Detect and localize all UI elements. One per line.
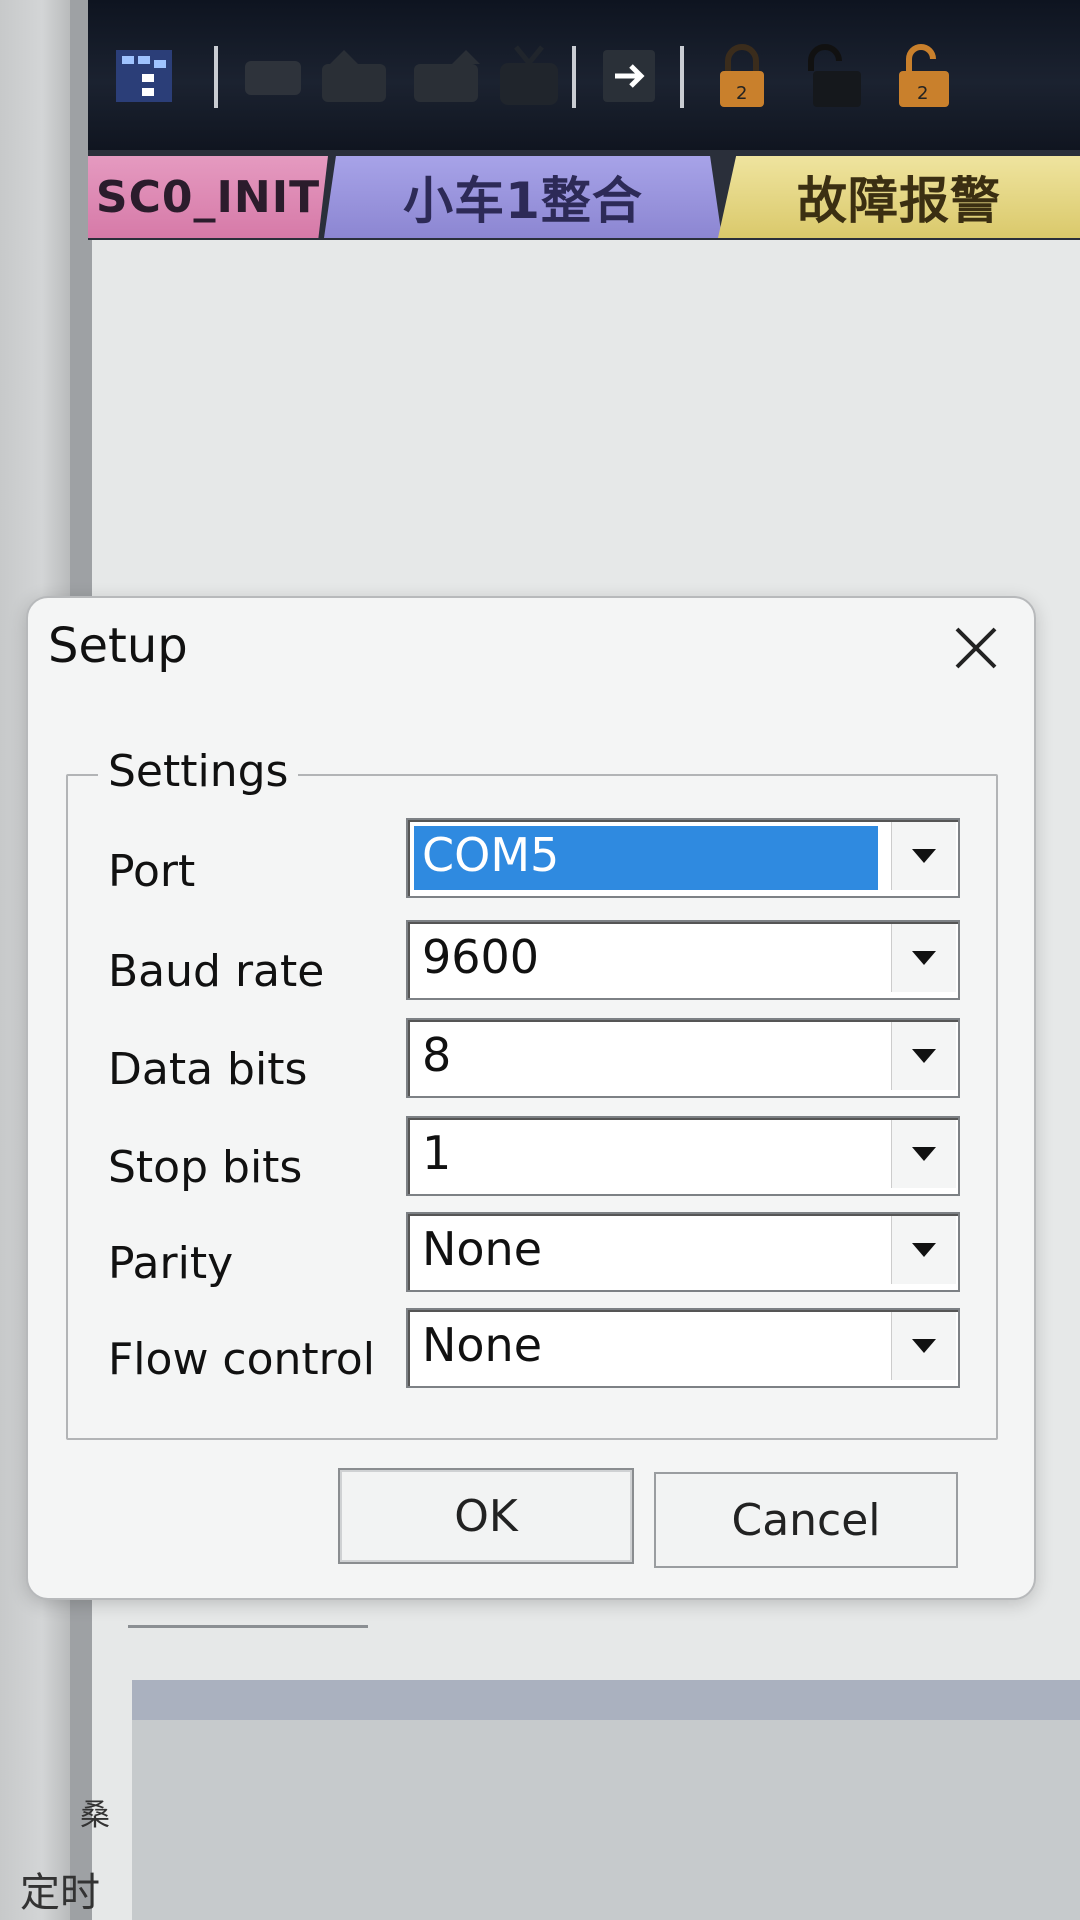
chevron-down-icon[interactable] [891, 822, 956, 890]
data-bits-value: 8 [422, 1028, 452, 1082]
dialog-title: Setup [48, 618, 188, 674]
toolbar: 2 2 [88, 0, 1080, 153]
workspace-divider [128, 1625, 368, 1628]
toolbar-separator [680, 46, 684, 108]
settings-group-label: Settings [98, 746, 299, 797]
go-online-icon[interactable] [594, 40, 664, 112]
chevron-down-icon[interactable] [891, 1120, 956, 1188]
unlock-icon[interactable] [794, 40, 874, 112]
chevron-down-icon[interactable] [891, 1022, 956, 1090]
tab-fault-alarm[interactable]: 故障报警 [718, 156, 1080, 238]
data-bits-select[interactable]: 8 [406, 1018, 960, 1098]
close-icon[interactable] [946, 618, 1006, 678]
network-icon[interactable] [108, 40, 180, 112]
stop-bits-select[interactable]: 1 [406, 1116, 960, 1196]
monitor-icon[interactable] [492, 40, 566, 112]
workspace-scrollbar[interactable] [132, 1680, 1080, 1720]
tab-car1-integration[interactable]: 小车1整合 [324, 156, 722, 238]
background-text-fragment: 桑 [80, 1798, 110, 1833]
background-timer-label: 定时 [20, 1870, 100, 1916]
flow-control-label: Flow control [108, 1334, 375, 1385]
svg-text:2: 2 [736, 83, 747, 104]
workspace-lower-panel [132, 1720, 1080, 1920]
lock-icon[interactable]: 2 [704, 40, 780, 112]
data-bits-label: Data bits [108, 1044, 308, 1095]
tab-sc0-init[interactable]: SC0_INIT [88, 156, 328, 238]
parity-label: Parity [108, 1238, 234, 1289]
baud-rate-value: 9600 [422, 930, 540, 984]
download-icon[interactable] [314, 40, 394, 112]
parity-select[interactable]: None [406, 1212, 960, 1292]
stop-bits-label: Stop bits [108, 1142, 303, 1193]
flow-control-select[interactable]: None [406, 1308, 960, 1388]
port-value: COM5 [422, 828, 560, 882]
port-label: Port [108, 846, 196, 897]
port-select[interactable]: COM5 [406, 818, 960, 898]
flow-control-value: None [422, 1318, 543, 1372]
cancel-button[interactable]: Cancel [654, 1472, 958, 1568]
baud-rate-label: Baud rate [108, 946, 325, 997]
lock-alt-icon[interactable]: 2 [884, 40, 964, 112]
chevron-down-icon[interactable] [891, 924, 956, 992]
program-tabs: SC0_INIT 小车1整合 故障报警 [88, 150, 1080, 240]
toolbar-separator [214, 46, 218, 108]
toolbar-separator [572, 46, 576, 108]
ok-button[interactable]: OK [338, 1468, 634, 1564]
setup-dialog: Setup Settings Port COM5 Baud rate 9600 … [26, 596, 1036, 1600]
chevron-down-icon[interactable] [891, 1216, 956, 1284]
device-icon[interactable] [238, 40, 308, 112]
svg-text:2: 2 [917, 83, 928, 104]
stop-bits-value: 1 [422, 1126, 452, 1180]
baud-rate-select[interactable]: 9600 [406, 920, 960, 1000]
chevron-down-icon[interactable] [891, 1312, 956, 1380]
upload-icon[interactable] [406, 40, 486, 112]
parity-value: None [422, 1222, 543, 1276]
